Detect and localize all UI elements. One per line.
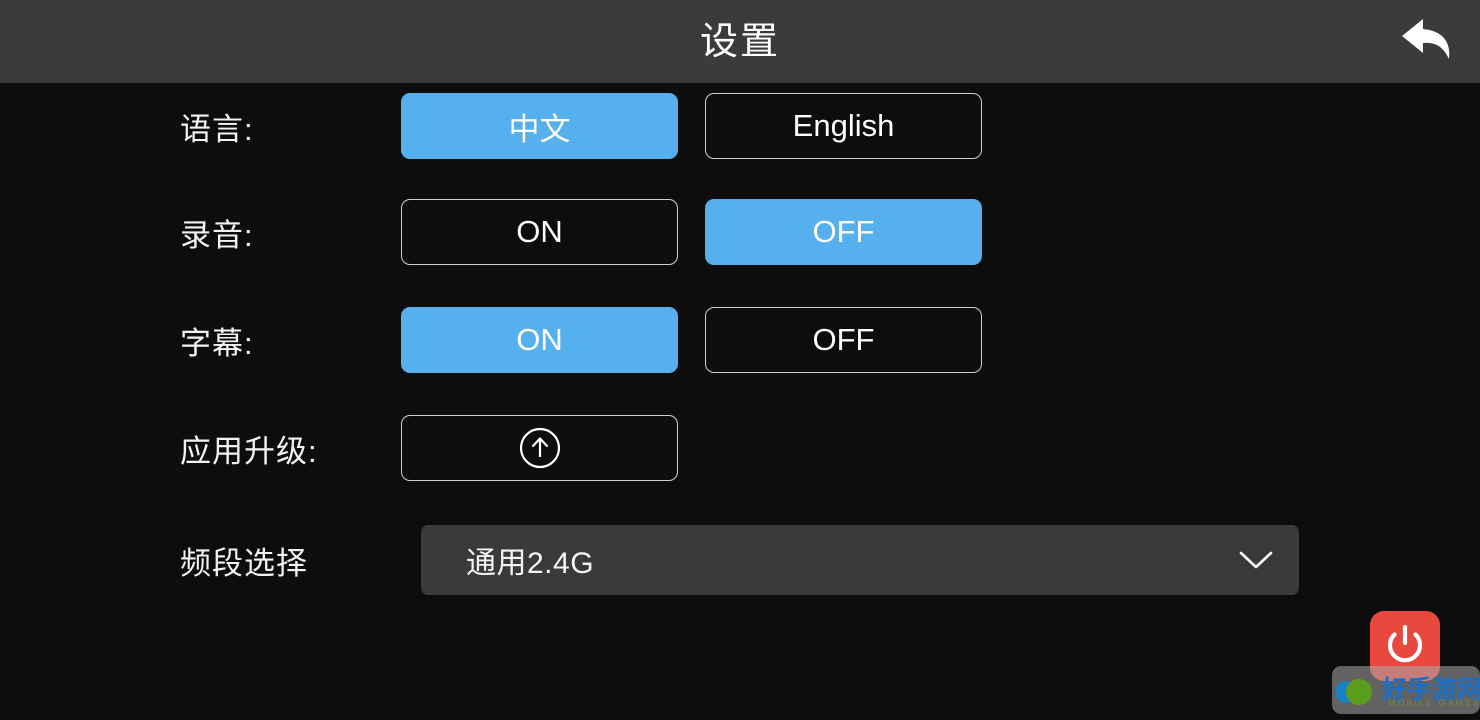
app-header: 设置 bbox=[0, 0, 1480, 84]
row-label-band-selection: 频段选择 bbox=[180, 545, 308, 581]
circle-up-arrow-icon bbox=[518, 426, 562, 470]
back-button[interactable] bbox=[1392, 8, 1464, 74]
app-upgrade-button[interactable] bbox=[401, 415, 678, 481]
page-title: 设置 bbox=[699, 21, 780, 63]
row-label-language: 语言: bbox=[180, 111, 254, 147]
row-label-app-upgrade: 应用升级: bbox=[180, 433, 318, 469]
settings-content: 语言: 中文 English 录音: ON OFF 字幕: ON OFF 应用升… bbox=[0, 84, 1480, 720]
language-option-english[interactable]: English bbox=[705, 93, 982, 159]
settings-row-app-upgrade: 应用升级: bbox=[0, 415, 1480, 481]
band-selection-dropdown[interactable]: 通用2.4G bbox=[421, 525, 1299, 595]
back-arrow-icon bbox=[1399, 14, 1457, 69]
chevron-down-icon[interactable] bbox=[1235, 539, 1277, 581]
language-option-chinese[interactable]: 中文 bbox=[401, 93, 678, 159]
settings-row-language: 语言: 中文 English bbox=[0, 93, 1480, 159]
band-selection-value: 通用2.4G bbox=[466, 547, 595, 580]
subtitle-option-on[interactable]: ON bbox=[401, 307, 678, 373]
settings-row-subtitle: 字幕: ON OFF bbox=[0, 307, 1480, 373]
subtitle-option-off[interactable]: OFF bbox=[705, 307, 982, 373]
recording-option-off[interactable]: OFF bbox=[705, 199, 982, 265]
power-button[interactable] bbox=[1370, 611, 1440, 681]
settings-row-recording: 录音: ON OFF bbox=[0, 199, 1480, 265]
row-label-recording: 录音: bbox=[180, 217, 254, 253]
row-label-subtitle: 字幕: bbox=[180, 325, 254, 361]
settings-row-band-selection: 频段选择 通用2.4G bbox=[0, 525, 1480, 595]
recording-option-on[interactable]: ON bbox=[401, 199, 678, 265]
power-icon bbox=[1382, 621, 1428, 672]
